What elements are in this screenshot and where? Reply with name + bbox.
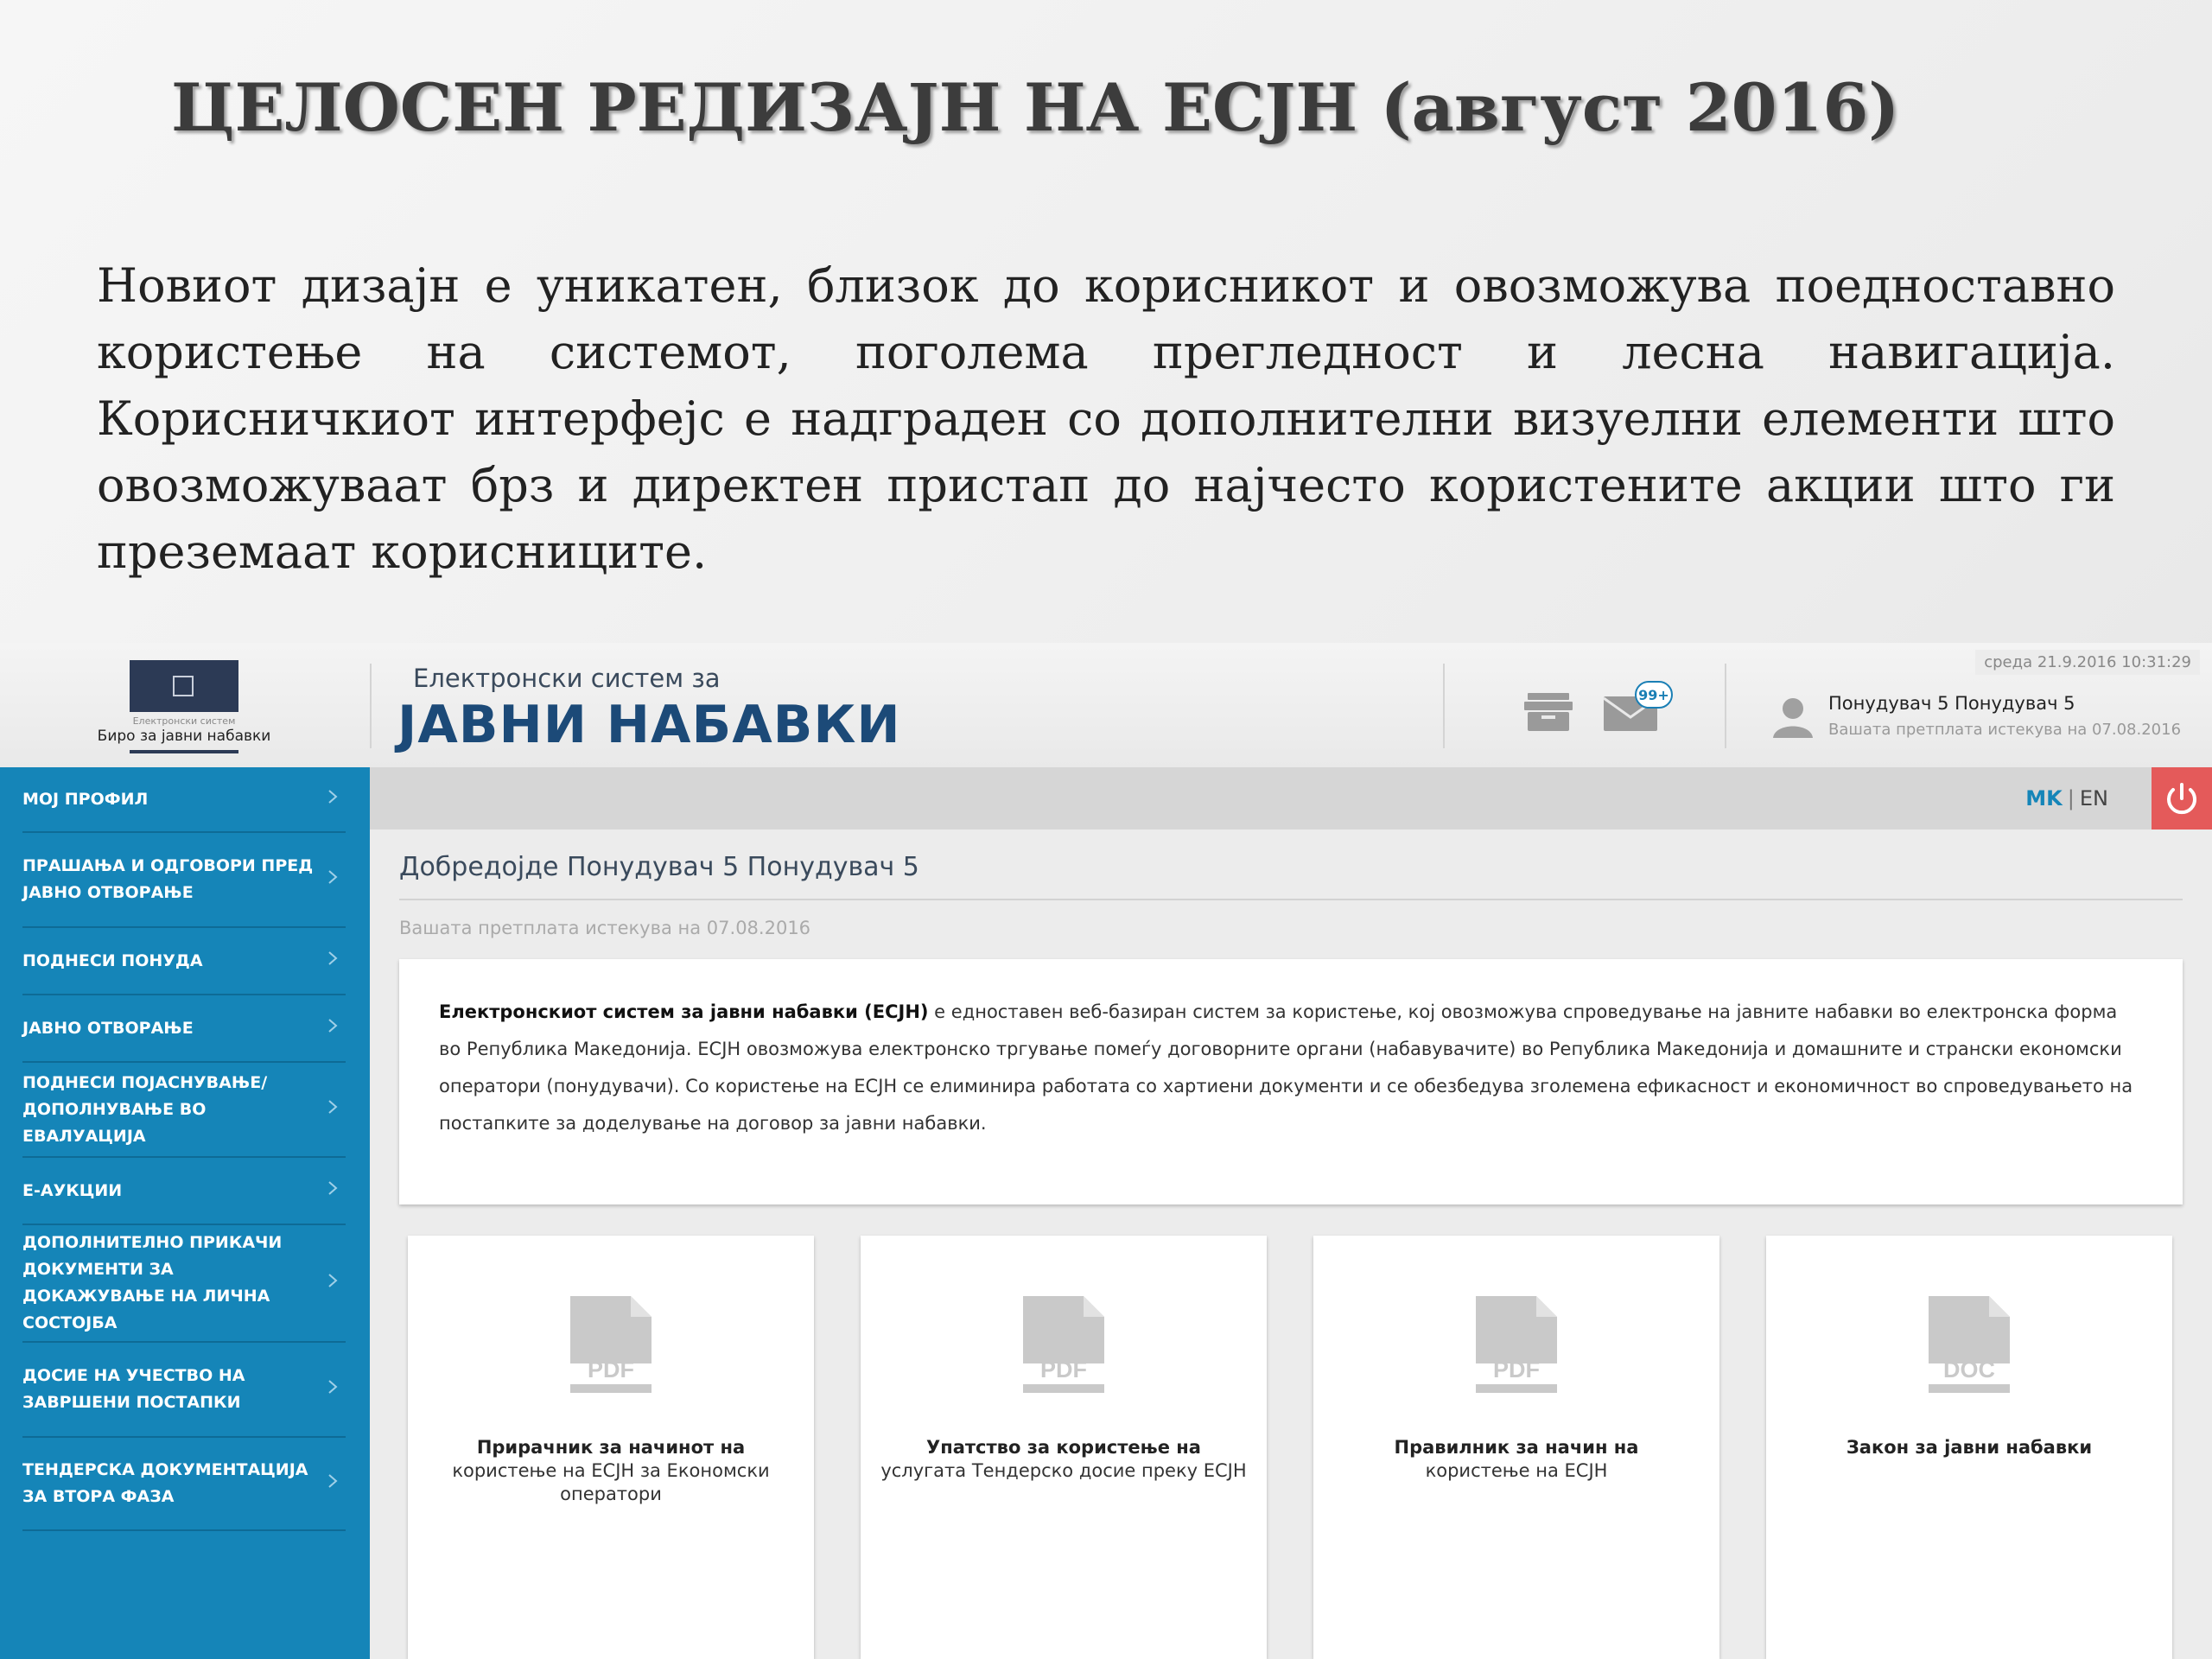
- document-card[interactable]: DOC Закон за јавни набавки: [1766, 1236, 2172, 1659]
- logo-caption: Биро за јавни набавки: [97, 728, 271, 745]
- header-divider: [370, 664, 372, 748]
- sidebar-item-label: ДОСИЕ НА УЧЕСТВО НА ЗАВРШЕНИ ПОСТАПКИ: [22, 1366, 245, 1412]
- sidebar-item-public-opening[interactable]: ЈАВНО ОТВОРАЊЕ: [22, 995, 346, 1063]
- sidebar-item-label: МОЈ ПРОФИЛ: [22, 789, 149, 809]
- chevron-right-icon: [328, 1019, 338, 1033]
- header-divider: [1443, 664, 1445, 748]
- system-subtitle: Електронски систем за: [413, 664, 721, 693]
- document-card-title-rest: користење на ЕСЈН за Економски оператори: [452, 1460, 770, 1504]
- pdf-file-icon: PDF: [1023, 1296, 1104, 1393]
- sidebar-item-clarification[interactable]: ПОДНЕСИ ПОЈАСНУВАЊЕ/ ДОПОЛНУВАЊЕ ВО ЕВАЛ…: [22, 1063, 346, 1158]
- sidebar-item-label: Е-АУКЦИИ: [22, 1180, 123, 1200]
- chevron-right-icon: [328, 790, 338, 804]
- logo-underline: [130, 750, 238, 753]
- lang-en-link[interactable]: EN: [2080, 786, 2108, 810]
- system-info-panel: Електронскиот систем за јавни набавки (Е…: [399, 959, 2183, 1205]
- subscription-note: Вашата претплата истекува на 07.08.2016: [399, 918, 811, 938]
- divider: [399, 899, 2183, 900]
- lang-mk-link[interactable]: MK: [2025, 786, 2062, 810]
- subscription-expiry: Вашата претплата истекува на 07.08.2016: [1828, 721, 2182, 739]
- slide-paragraph: Новиот дизајн е уникатен, близок до кори…: [97, 258, 2115, 579]
- document-card[interactable]: PDF Упатство за користење на услугата Тен…: [861, 1236, 1267, 1659]
- mail-count-badge[interactable]: 99+: [1635, 681, 1673, 709]
- slide-title: ЦЕЛОСЕН РЕДИЗАЈН НА ЕСЈН (август 2016): [171, 69, 1900, 146]
- document-card-title-bold: Закон за јавни набавки: [1846, 1437, 2093, 1458]
- archive-icon[interactable]: [1522, 691, 1574, 733]
- user-avatar-icon: [1773, 698, 1813, 738]
- sidebar-item-questions-answers[interactable]: ПРАШАЊА И ОДГОВОРИ ПРЕД ЈАВНО ОТВОРАЊЕ: [22, 833, 346, 928]
- document-card-title-rest: користење на ЕСЈН: [1425, 1460, 1608, 1481]
- sidebar-nav: МОЈ ПРОФИЛ ПРАШАЊА И ОДГОВОРИ ПРЕД ЈАВНО…: [0, 767, 370, 1659]
- chevron-right-icon: [328, 1380, 338, 1394]
- lang-separator: |: [2067, 786, 2075, 810]
- sidebar-item-label: ПОДНЕСИ ПОНУДА: [22, 950, 203, 970]
- document-card-title-bold: Упатство за користење на: [926, 1437, 1201, 1458]
- document-card-title: Прирачник за начинот на користење на ЕСЈН…: [425, 1436, 797, 1506]
- bureau-logo[interactable]: [130, 660, 238, 712]
- datetime-display: среда 21.9.2016 10:31:29: [1975, 650, 2200, 675]
- welcome-heading: Добредојде Понудувач 5 Понудувач 5: [399, 852, 919, 882]
- sidebar-item-upload-documents[interactable]: ДОПОЛНИТЕЛНО ПРИКАЧИ ДОКУМЕНТИ ЗА ДОКАЖУ…: [22, 1225, 346, 1343]
- logo-mark-icon: [173, 676, 194, 696]
- logo-caption-small: Електронски систем: [132, 715, 236, 727]
- pdf-file-icon: PDF: [1476, 1296, 1557, 1393]
- chevron-right-icon: [328, 1100, 338, 1114]
- sidebar-item-submit-offer[interactable]: ПОДНЕСИ ПОНУДА: [22, 928, 346, 995]
- header-divider: [1725, 664, 1726, 748]
- document-card-title: Закон за јавни набавки: [1783, 1436, 2155, 1459]
- document-card[interactable]: PDF Правилник за начин на користење на ЕС…: [1313, 1236, 1719, 1659]
- document-card-title-bold: Прирачник за начинот на: [476, 1437, 746, 1458]
- sidebar-item-label: ПОДНЕСИ ПОЈАСНУВАЊЕ/ ДОПОЛНУВАЊЕ ВО ЕВАЛ…: [22, 1072, 268, 1146]
- sidebar-item-participation-dossier[interactable]: ДОСИЕ НА УЧЕСТВО НА ЗАВРШЕНИ ПОСТАПКИ: [22, 1343, 346, 1438]
- chevron-right-icon: [328, 951, 338, 965]
- file-type-label: PDF: [1040, 1357, 1087, 1382]
- info-bold-text: Електронскиот систем за јавни набавки (Е…: [439, 1001, 929, 1022]
- chevron-right-icon: [328, 870, 338, 884]
- document-card-title: Правилник за начин на користење на ЕСЈН: [1331, 1436, 1702, 1483]
- sidebar-item-my-profile[interactable]: МОЈ ПРОФИЛ: [22, 767, 346, 833]
- sidebar-item-e-auctions[interactable]: Е-АУКЦИИ: [22, 1158, 346, 1225]
- top-toolbar: MK | EN: [370, 767, 2212, 830]
- file-type-label: DOC: [1943, 1357, 1995, 1382]
- sidebar-item-label: ТЕНДЕРСКА ДОКУМЕНТАЦИЈА ЗА ВТОРА ФАЗА: [22, 1460, 308, 1506]
- app-screenshot: Електронски систем Биро за јавни набавки…: [0, 643, 2212, 1659]
- logout-button[interactable]: [2152, 767, 2212, 830]
- document-card-title-rest: услугата Тендерско досие преку ЕСЈН: [880, 1460, 1247, 1481]
- chevron-right-icon: [328, 1274, 338, 1287]
- doc-file-icon: DOC: [1929, 1296, 2010, 1393]
- chevron-right-icon: [328, 1181, 338, 1195]
- sidebar-item-label: ЈАВНО ОТВОРАЊЕ: [22, 1018, 194, 1038]
- chevron-right-icon: [328, 1474, 338, 1488]
- document-card-title-bold: Правилник за начин на: [1394, 1437, 1639, 1458]
- user-name[interactable]: Понудувач 5 Понудувач 5: [1828, 693, 2075, 714]
- language-switcher: MK | EN: [2025, 786, 2108, 810]
- pdf-file-icon: PDF: [570, 1296, 652, 1393]
- document-card-title: Упатство за користење на услугата Тендерс…: [878, 1436, 1249, 1483]
- file-type-label: PDF: [1493, 1357, 1540, 1382]
- sidebar-item-tender-docs-phase-two[interactable]: ТЕНДЕРСКА ДОКУМЕНТАЦИЈА ЗА ВТОРА ФАЗА: [22, 1438, 346, 1531]
- system-title: ЈАВНИ НАБАВКИ: [397, 695, 901, 755]
- sidebar-item-label: ДОПОЛНИТЕЛНО ПРИКАЧИ ДОКУМЕНТИ ЗА ДОКАЖУ…: [22, 1233, 283, 1332]
- file-type-label: PDF: [588, 1357, 634, 1382]
- app-header: Електронски систем Биро за јавни набавки…: [0, 643, 2212, 769]
- power-icon: [2167, 783, 2196, 815]
- document-card[interactable]: PDF Прирачник за начинот на користење на …: [408, 1236, 814, 1659]
- sidebar-item-label: ПРАШАЊА И ОДГОВОРИ ПРЕД ЈАВНО ОТВОРАЊЕ: [22, 856, 314, 902]
